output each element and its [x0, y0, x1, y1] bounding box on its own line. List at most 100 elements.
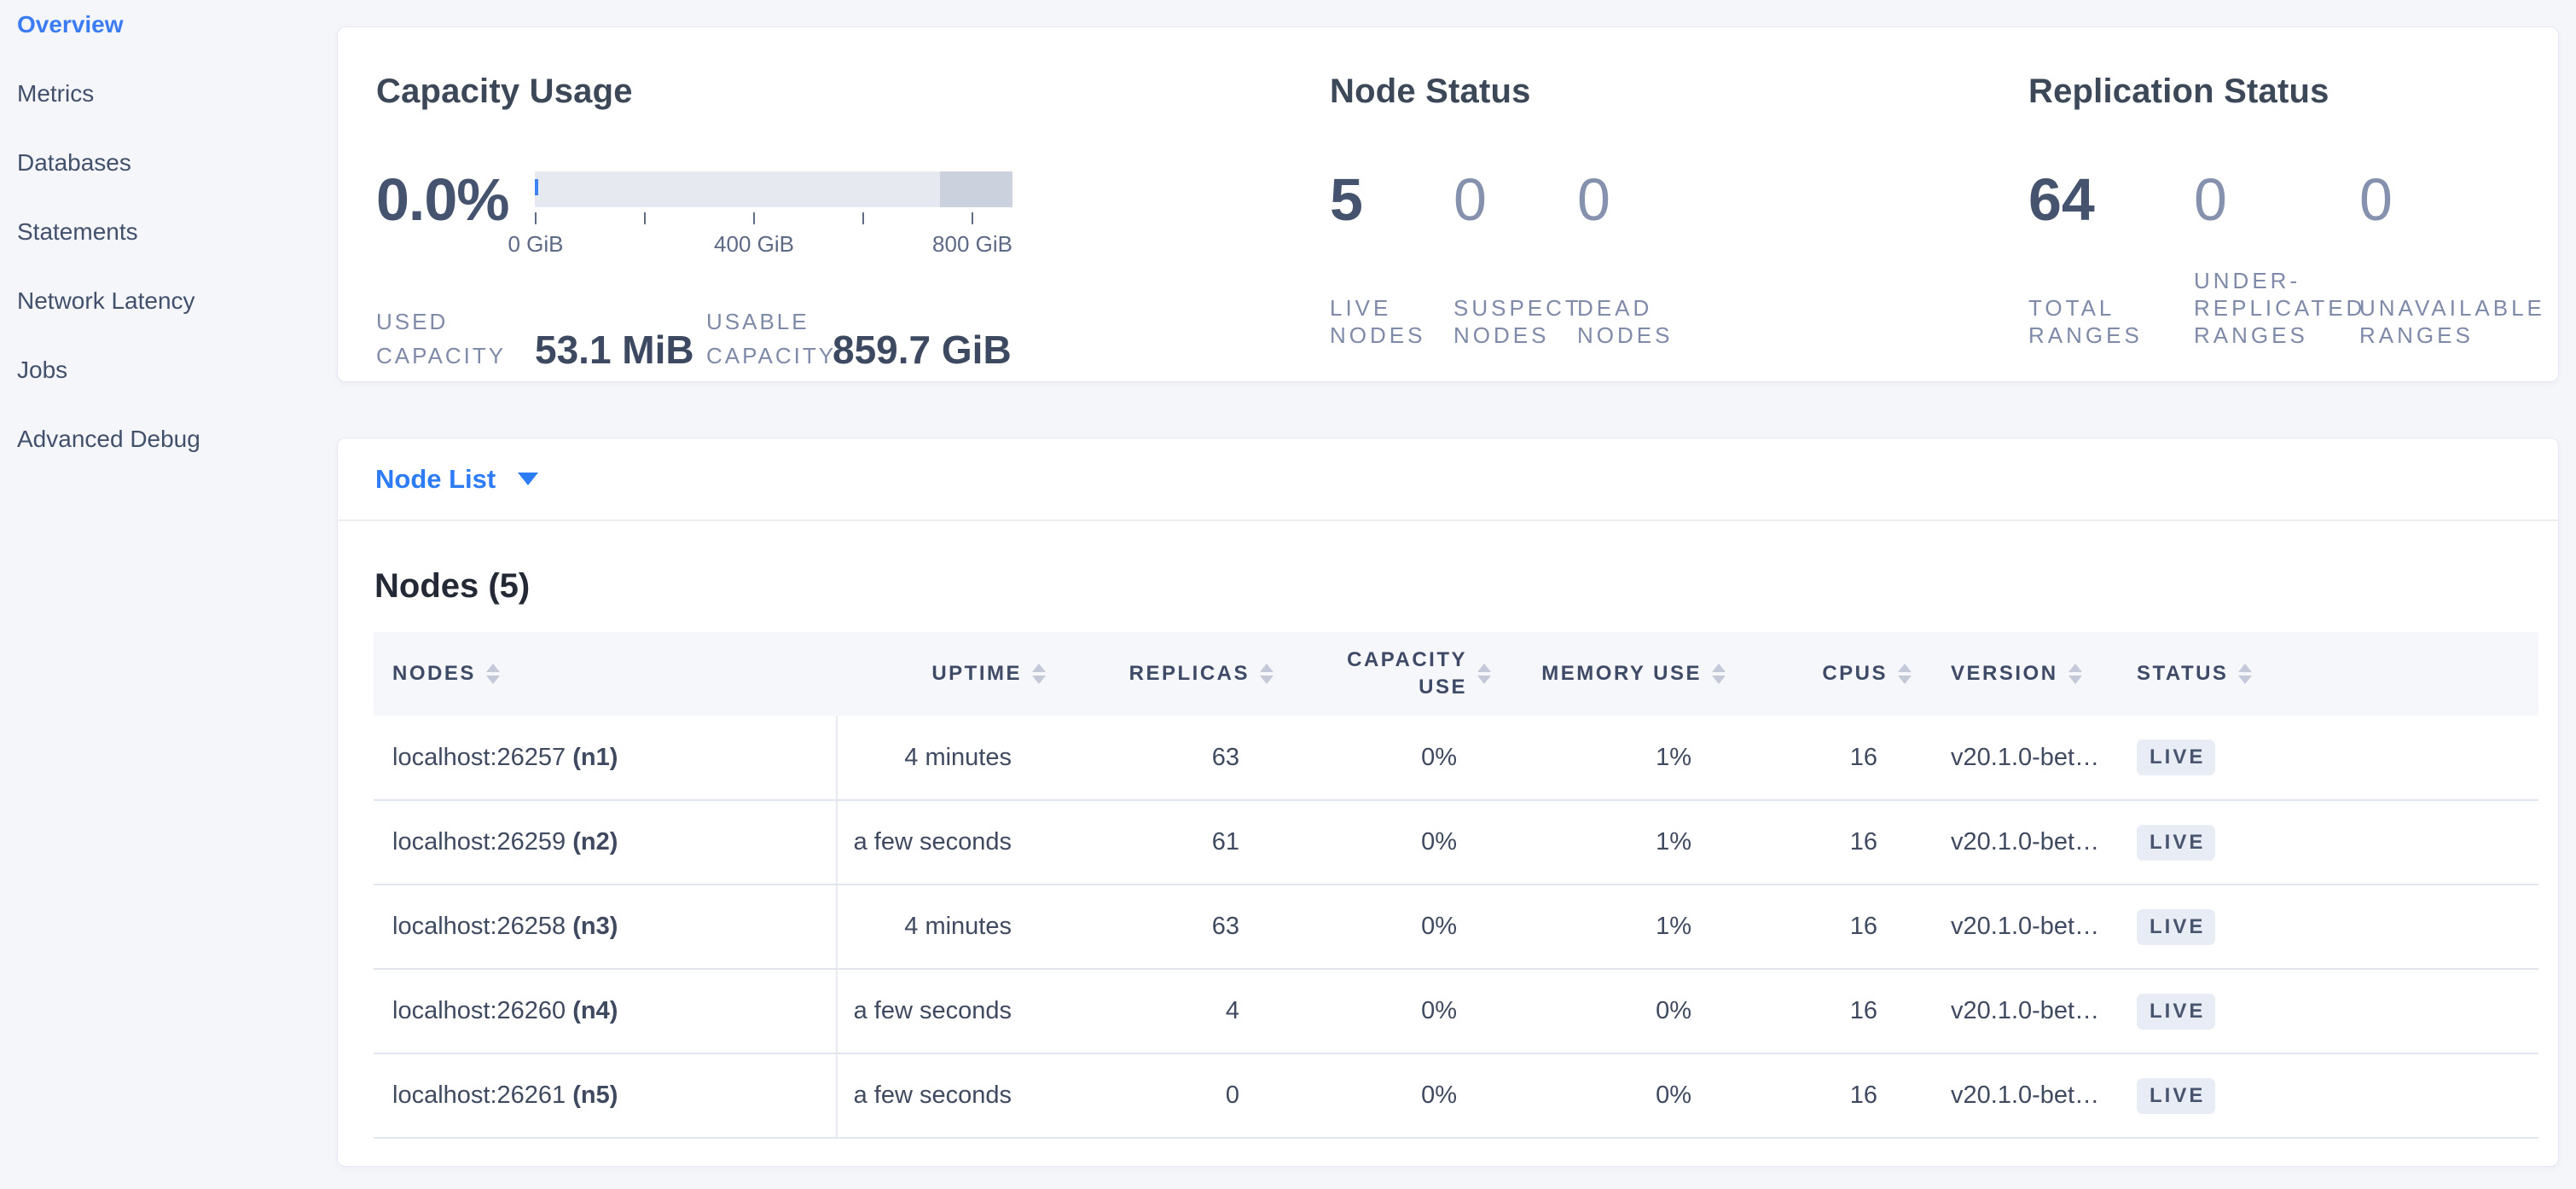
capacity-metrics: USED CAPACITY 53.1 MiB USABLE CAPACITY 8…: [376, 304, 1012, 374]
node-list-dropdown-label: Node List: [375, 464, 496, 495]
replication-status-section: Replication Status 64 0 0 TOTAL RANGES: [2028, 69, 2553, 381]
column-header-uptime[interactable]: UPTIME: [837, 632, 1046, 716]
sort-icon: [1477, 664, 1491, 684]
column-header-status[interactable]: STATUS: [2116, 632, 2538, 716]
used-capacity-marker: [535, 179, 538, 195]
version-cell: v20.1.0-bet…: [1912, 969, 2116, 1053]
node-address-link[interactable]: localhost:26260: [392, 997, 566, 1024]
column-header-replicas[interactable]: REPLICAS: [1046, 632, 1273, 716]
replicas-cell: 4: [1046, 969, 1273, 1053]
node-list-card: Node List Nodes (5) NODES: [337, 438, 2559, 1167]
nodes-table-wrap: NODES UPTIME REPLICAS: [374, 632, 2534, 1139]
replicas-cell: 0: [1046, 1053, 1273, 1138]
capacity-usage-title: Capacity Usage: [376, 69, 1314, 113]
cpus-cell: 16: [1726, 800, 1912, 884]
uptime-cell: a few seconds: [837, 969, 1046, 1053]
replication-status-title: Replication Status: [2028, 69, 2553, 113]
nodes-table: NODES UPTIME REPLICAS: [374, 632, 2538, 1139]
status-badge: LIVE: [2137, 1078, 2215, 1114]
memory-use-cell: 0%: [1491, 1053, 1726, 1138]
sort-icon: [2238, 664, 2252, 684]
memory-use-cell: 1%: [1491, 800, 1726, 884]
column-header-version[interactable]: VERSION: [1912, 632, 2116, 716]
uptime-cell: a few seconds: [837, 1053, 1046, 1138]
version-cell: v20.1.0-bet…: [1912, 884, 2116, 969]
node-status-values: 5 0 0: [1330, 170, 1701, 229]
version-cell: v20.1.0-bet…: [1912, 1053, 2116, 1138]
cpus-cell: 16: [1726, 1053, 1912, 1138]
capacity-use-cell: 0%: [1273, 800, 1491, 884]
node-status-section: Node Status 5 0 0 LIVE NODES: [1330, 69, 2012, 381]
capacity-bar-track: [535, 171, 1012, 207]
column-header-capacity-use[interactable]: CAPACITY USE: [1273, 632, 1491, 716]
view-selector-toolbar: Node List: [338, 438, 2558, 521]
node-status-label: DEAD NODES: [1577, 294, 1701, 349]
capacity-use-cell: 0%: [1273, 1053, 1491, 1138]
node-table-row: localhost:26257 (n1) 4 minutes 63 0% 1% …: [374, 716, 2538, 800]
sort-icon: [1712, 664, 1726, 684]
capacity-use-cell: 0%: [1273, 969, 1491, 1053]
axis-tick: [862, 212, 864, 224]
column-header-cpus[interactable]: CPUS: [1726, 632, 1912, 716]
node-table-row: localhost:26259 (n2) a few seconds 61 0%…: [374, 800, 2538, 884]
memory-use-cell: 0%: [1491, 969, 1726, 1053]
chevron-down-icon: [518, 473, 538, 485]
capacity-use-cell: 0%: [1273, 884, 1491, 969]
node-name-cell: localhost:26261 (n5): [374, 1053, 837, 1138]
sidebar-item[interactable]: Databases: [0, 128, 337, 197]
column-header-memory-use[interactable]: MEMORY USE: [1491, 632, 1726, 716]
replication-value: 0: [2194, 170, 2359, 229]
used-capacity-value: 53.1 MiB: [535, 330, 706, 374]
node-address-link[interactable]: localhost:26257: [392, 744, 566, 771]
replicas-cell: 63: [1046, 884, 1273, 969]
node-table-row: localhost:26260 (n4) a few seconds 4 0% …: [374, 969, 2538, 1053]
replication-label: UNAVAILABLE RANGES: [2359, 294, 2525, 349]
sidebar-item[interactable]: Metrics: [0, 59, 337, 128]
node-status-value: 0: [1453, 170, 1577, 229]
sort-icon: [2068, 664, 2082, 684]
capacity-bar-chart: 0 GiB 400 GiB 800 GiB: [535, 171, 1012, 264]
capacity-usage-section: Capacity Usage 0.0% 0 GiB 400 GiB 800 Gi…: [376, 69, 1314, 381]
node-status-value: 0: [1577, 170, 1701, 229]
node-name-cell: localhost:26259 (n2): [374, 800, 837, 884]
node-status-label: LIVE NODES: [1330, 294, 1453, 349]
memory-use-cell: 1%: [1491, 884, 1726, 969]
sort-icon: [1260, 664, 1273, 684]
node-name-cell: localhost:26260 (n4): [374, 969, 837, 1053]
status-badge: LIVE: [2137, 994, 2215, 1030]
sort-icon: [1032, 664, 1046, 684]
replication-value: 0: [2359, 170, 2525, 229]
cpus-cell: 16: [1726, 884, 1912, 969]
status-badge: LIVE: [2137, 909, 2215, 945]
node-address-link[interactable]: localhost:26261: [392, 1082, 566, 1109]
sidebar-item[interactable]: Jobs: [0, 335, 337, 404]
cpus-cell: 16: [1726, 716, 1912, 800]
axis-tick: [535, 212, 537, 224]
replication-label: TOTAL RANGES: [2028, 294, 2194, 349]
sidebar-item[interactable]: Network Latency: [0, 266, 337, 335]
status-badge: LIVE: [2137, 825, 2215, 861]
axis-tick: [972, 212, 973, 224]
nodes-count-heading: Nodes (5): [374, 566, 2558, 606]
node-id: (n3): [572, 913, 618, 940]
axis-tick-label: 800 GiB: [932, 231, 1012, 258]
column-header-nodes[interactable]: NODES: [374, 632, 837, 716]
cpus-cell: 16: [1726, 969, 1912, 1053]
node-list-dropdown[interactable]: Node List: [375, 464, 538, 495]
node-status-label: SUSPECT NODES: [1453, 294, 1577, 349]
node-address-link[interactable]: localhost:26258: [392, 913, 566, 940]
usable-capacity-value: 859.7 GiB: [833, 330, 1012, 374]
node-id: (n5): [572, 1082, 618, 1109]
status-cell: LIVE: [2116, 1053, 2538, 1138]
status-cell: LIVE: [2116, 716, 2538, 800]
sidebar-item[interactable]: Statements: [0, 197, 337, 266]
node-address-link[interactable]: localhost:26259: [392, 828, 566, 856]
sidebar-item[interactable]: Advanced Debug: [0, 404, 337, 473]
sidebar-item[interactable]: Overview: [0, 0, 337, 59]
table-header-row: NODES UPTIME REPLICAS: [374, 632, 2538, 716]
used-capacity-label: USED CAPACITY: [376, 304, 535, 374]
version-cell: v20.1.0-bet…: [1912, 800, 2116, 884]
status-cell: LIVE: [2116, 800, 2538, 884]
node-table-row: localhost:26261 (n5) a few seconds 0 0% …: [374, 1053, 2538, 1138]
capacity-use-cell: 0%: [1273, 716, 1491, 800]
